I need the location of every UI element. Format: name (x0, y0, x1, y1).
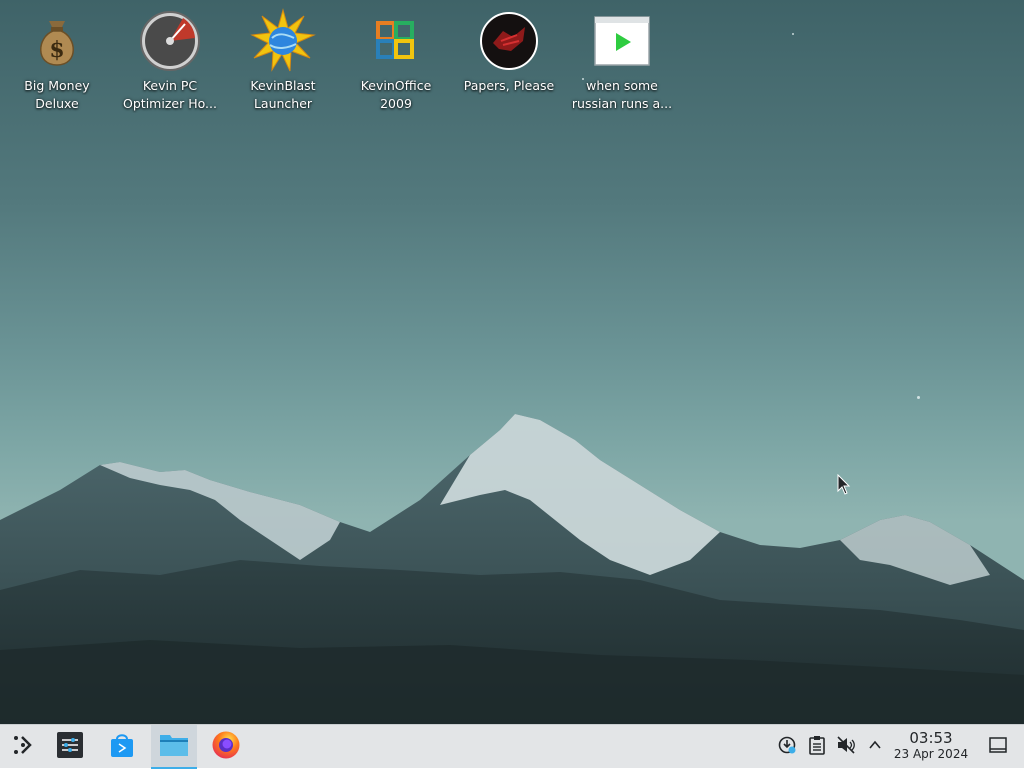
desktop-icon-label: KevinOffice (360, 78, 432, 93)
discover-store-icon (109, 731, 135, 763)
taskbar-task-file-manager[interactable] (151, 725, 197, 769)
desktop-icon-label: Launcher (253, 96, 313, 111)
tray-clipboard[interactable] (807, 735, 827, 759)
system-settings-icon (56, 731, 84, 763)
network-update-icon (777, 735, 797, 759)
clock-date: 23 Apr 2024 (893, 747, 969, 761)
desktop-icon-papers-please[interactable]: Papers, Please (457, 8, 561, 118)
tray-network-update[interactable] (777, 735, 797, 759)
desktop-icon-label: Big Money (24, 78, 90, 93)
desktop-icon-kevinblast-launcher[interactable]: KevinBlast Launcher (231, 8, 335, 118)
desktop-icon-label: 2009 (380, 96, 412, 111)
desktop[interactable]: $ Big Money Deluxe Kevin PC Optimizer Ho… (0, 0, 1024, 724)
speedometer-icon (137, 8, 203, 74)
firefox-icon (211, 730, 241, 764)
desktop-icon-label: Kevin PC (142, 78, 198, 93)
desktop-icon-label: KevinBlast (250, 78, 316, 93)
money-bag-icon: $ (24, 8, 90, 74)
taskbar-task-system-settings[interactable] (48, 725, 92, 769)
tray-expander[interactable] (865, 737, 885, 757)
mouse-pointer (837, 473, 851, 500)
svg-text:$: $ (49, 37, 64, 63)
show-desktop-button[interactable] (988, 737, 1008, 757)
taskbar-task-firefox[interactable] (204, 725, 248, 769)
file-manager-icon (159, 731, 189, 761)
desktop-icon-label: russian runs a... (571, 96, 673, 111)
desktop-icon-label: Deluxe (35, 96, 79, 111)
desktop-icon-label: when some (586, 78, 658, 93)
clock-time: 03:53 (909, 729, 953, 747)
clipboard-icon (808, 735, 826, 759)
taskbar-task-discover[interactable] (100, 725, 144, 769)
app-launcher-icon (10, 733, 34, 761)
digital-clock[interactable]: 03:53 23 Apr 2024 (886, 729, 976, 762)
desktop-icon-kevinoffice-2009[interactable]: KevinOffice 2009 (344, 8, 448, 118)
desktop-icon-label: Optimizer Ho... (123, 96, 217, 111)
desktop-icon-label: Papers, Please (463, 78, 555, 93)
desktop-icon-big-money-deluxe[interactable]: $ Big Money Deluxe (5, 8, 109, 118)
video-play-icon (589, 8, 655, 74)
volume-muted-icon (836, 735, 856, 759)
chevron-up-icon (867, 737, 883, 757)
taskbar-panel: 03:53 23 Apr 2024 (0, 724, 1024, 769)
red-emblem-icon (476, 8, 542, 74)
show-desktop-icon (989, 737, 1007, 757)
app-launcher-button[interactable] (2, 725, 42, 769)
desktop-icon-video-file[interactable]: when some russian runs a... (570, 8, 674, 118)
globe-burst-icon (250, 8, 316, 74)
desktop-icon-kevin-pc-optimizer[interactable]: Kevin PC Optimizer Ho... (118, 8, 222, 118)
tray-volume[interactable] (836, 735, 856, 759)
office-squares-icon (363, 8, 429, 74)
